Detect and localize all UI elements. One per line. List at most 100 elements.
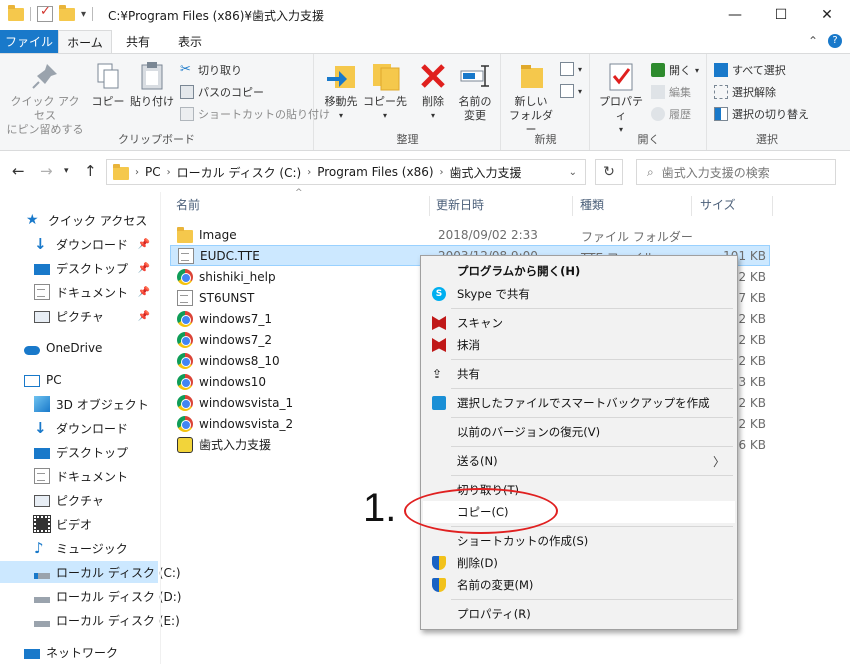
menu-properties[interactable]: プロパティ(R): [423, 603, 735, 625]
new-item-icon: [560, 62, 574, 76]
nav-documents[interactable]: ドキュメント: [0, 465, 158, 487]
new-folder-icon[interactable]: [59, 4, 75, 21]
document-icon: [34, 284, 50, 300]
menu-skype-share[interactable]: S Skype で共有: [423, 283, 735, 305]
column-header-date[interactable]: 更新日時: [436, 196, 484, 213]
chrome-icon: [177, 415, 193, 432]
refresh-button[interactable]: ↻: [595, 159, 623, 185]
nav-qa-pictures[interactable]: ピクチャ 📌: [0, 305, 158, 327]
minimize-button[interactable]: —: [712, 0, 758, 30]
menu-restore-previous[interactable]: 以前のバージョンの復元(V): [423, 421, 735, 443]
help-icon[interactable]: ?: [828, 34, 842, 48]
menu-shred[interactable]: 抹消: [423, 334, 735, 356]
nav-pc[interactable]: PC: [0, 369, 158, 391]
menu-open-with[interactable]: プログラムから開く(H): [423, 260, 735, 282]
breadcrumb-current-folder[interactable]: 歯式入力支援: [450, 164, 522, 181]
nav-local-disk-c[interactable]: ローカル ディスク (C:): [0, 561, 181, 583]
nav-videos[interactable]: ビデオ: [0, 513, 158, 535]
cut-button[interactable]: ✂ 切り取り: [180, 62, 242, 78]
column-header-type[interactable]: 種類: [580, 196, 604, 213]
select-none-button[interactable]: 選択解除: [714, 84, 776, 100]
nav-network[interactable]: ネットワーク: [0, 641, 158, 663]
file-name: windows7_2: [199, 332, 273, 347]
select-group-label: 選択: [756, 133, 778, 146]
back-arrow-icon[interactable]: ←: [12, 162, 25, 180]
menu-rename[interactable]: 名前の変更(M): [423, 574, 735, 596]
tab-file[interactable]: ファイル: [0, 30, 58, 54]
tab-home[interactable]: ホーム: [58, 30, 112, 54]
copy-path-button[interactable]: パスのコピー: [180, 84, 264, 100]
nav-local-disk-d[interactable]: ローカル ディスク (D:): [0, 585, 181, 607]
maximize-button[interactable]: ☐: [758, 0, 804, 30]
nav-onedrive[interactable]: OneDrive: [0, 337, 158, 359]
file-type: ファイル フォルダー: [581, 230, 693, 244]
window-title: C:¥Program Files (x86)¥歯式入力支援: [108, 9, 325, 23]
recent-locations-chevron-icon[interactable]: ▾: [64, 166, 69, 176]
nav-desktop[interactable]: デスクトップ: [0, 441, 158, 463]
cloud-icon: [24, 345, 40, 355]
close-button[interactable]: ✕: [804, 0, 850, 30]
address-bar[interactable]: › PC › ローカル ディスク (C:) › Program Files (x…: [106, 159, 586, 185]
nav-pictures[interactable]: ピクチャ: [0, 489, 158, 511]
properties-button[interactable]: プロパティ ▾: [595, 60, 647, 137]
mcafee-icon: [432, 316, 446, 330]
open-button[interactable]: 開く ▾: [651, 62, 699, 78]
breadcrumb-pc[interactable]: PC: [145, 165, 161, 179]
desktop-icon: [34, 263, 50, 275]
properties-check-icon[interactable]: [37, 4, 53, 22]
column-header-size[interactable]: サイズ: [700, 196, 736, 213]
new-item-button[interactable]: ▾: [560, 62, 582, 76]
pin-to-quick-access-button[interactable]: クイック アクセス にピン留めする: [6, 60, 84, 137]
mcafee-icon: [432, 338, 446, 352]
rename-button[interactable]: 名前の 変更: [453, 60, 497, 123]
paste-shortcut-button[interactable]: ショートカットの貼り付け: [180, 106, 330, 122]
paste-button[interactable]: 貼り付け: [128, 60, 176, 109]
edit-button[interactable]: 編集: [651, 84, 691, 100]
menu-send-to[interactable]: 送る(N) 〉: [423, 450, 735, 472]
nav-qa-documents[interactable]: ドキュメント 📌: [0, 281, 158, 303]
move-to-button[interactable]: 移動先 ▾: [319, 60, 363, 123]
nav-qa-downloads[interactable]: ↓ ダウンロード 📌: [0, 233, 158, 255]
backup-icon: [432, 396, 446, 410]
menu-smart-backup[interactable]: 選択したファイルでスマートバックアップを作成: [423, 392, 735, 414]
file-name: EUDC.TTE: [200, 248, 260, 263]
menu-scan[interactable]: スキャン: [423, 312, 735, 334]
delete-x-icon: [417, 60, 449, 92]
collapse-ribbon-icon[interactable]: ⌃: [808, 34, 818, 48]
chrome-icon: [177, 373, 193, 390]
nav-quick-access[interactable]: ★ クイック アクセス: [0, 209, 158, 231]
file-name: windows8_10: [199, 353, 280, 368]
invert-selection-button[interactable]: 選択の切り替え: [714, 106, 809, 122]
new-folder-button[interactable]: 新しい フォルダー: [506, 60, 556, 137]
nav-qa-desktop[interactable]: デスクトップ 📌: [0, 257, 158, 279]
address-dropdown-chevron-icon[interactable]: ⌄: [569, 167, 577, 178]
nav-music[interactable]: ♪ ミュージック: [0, 537, 158, 559]
pictures-icon: [34, 311, 50, 323]
file-name: ST6UNST: [199, 290, 255, 305]
select-all-button[interactable]: すべて選択: [714, 62, 786, 78]
context-menu: プログラムから開く(H) S Skype で共有 スキャン 抹消 ⇪ 共有 選択…: [420, 255, 738, 630]
share-icon: ⇪: [432, 367, 443, 381]
search-input[interactable]: ⌕ 歯式入力支援の検索: [636, 159, 836, 185]
forward-arrow-icon[interactable]: →: [40, 162, 53, 180]
breadcrumb-local-disk[interactable]: ローカル ディスク (C:): [177, 164, 302, 181]
skype-icon: S: [432, 287, 446, 301]
nav-downloads[interactable]: ↓ ダウンロード: [0, 417, 158, 439]
easy-access-button[interactable]: ▾: [560, 84, 582, 98]
menu-share[interactable]: ⇪ 共有: [423, 363, 735, 385]
scissors-icon: ✂: [180, 62, 191, 77]
nav-local-disk-e[interactable]: ローカル ディスク (E:): [0, 609, 180, 631]
chrome-icon: [177, 310, 193, 327]
up-arrow-icon[interactable]: ↑: [84, 162, 97, 180]
nav-3d-objects[interactable]: 3D オブジェクト: [0, 393, 158, 415]
menu-delete[interactable]: 削除(D): [423, 552, 735, 574]
breadcrumb-program-files[interactable]: Program Files (x86): [317, 165, 433, 179]
tab-view[interactable]: 表示: [166, 30, 214, 54]
copy-button[interactable]: コピー: [88, 60, 128, 109]
column-header-name[interactable]: 名前: [176, 196, 200, 213]
copy-to-button[interactable]: コピー先 ▾: [363, 60, 407, 123]
customize-toolbar-chevron-icon[interactable]: ▾: [81, 9, 86, 20]
delete-button[interactable]: 削除 ▾: [413, 60, 453, 123]
tab-share[interactable]: 共有: [114, 30, 162, 54]
history-button[interactable]: 履歴: [651, 106, 691, 122]
